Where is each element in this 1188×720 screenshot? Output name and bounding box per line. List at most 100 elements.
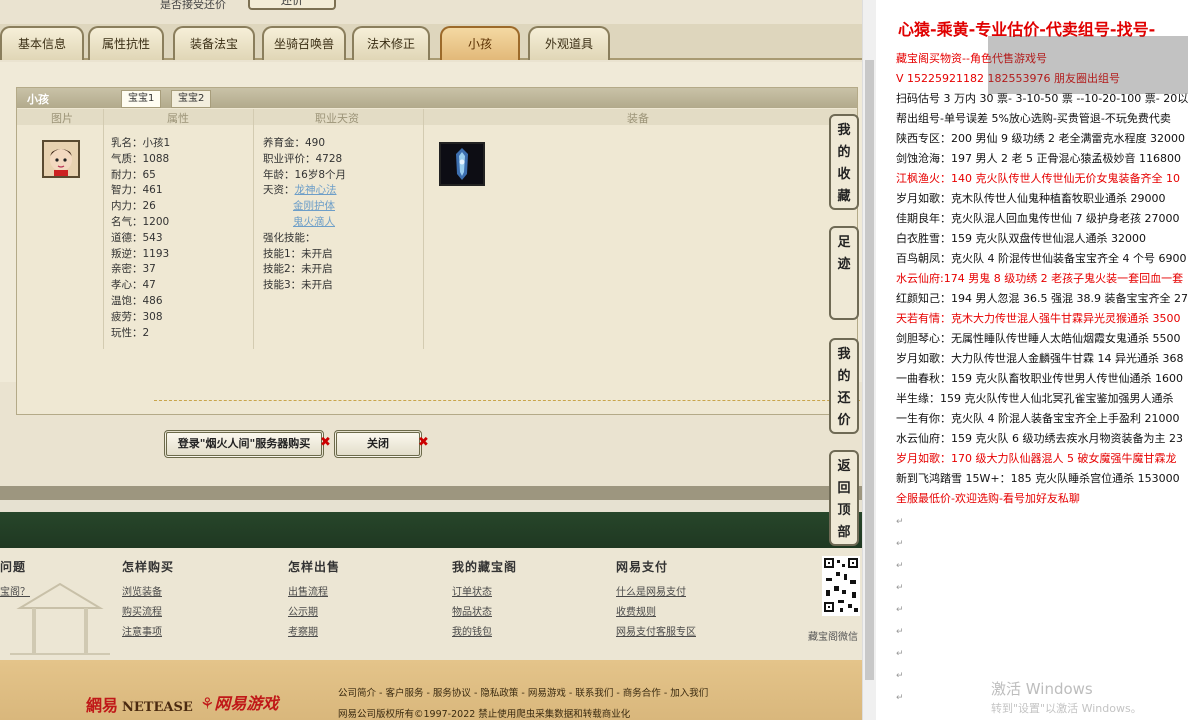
footer-link[interactable]: 考察期 [288, 623, 340, 643]
page-scrollbar[interactable] [862, 0, 876, 720]
col-career: 职业天资 [315, 112, 359, 125]
doc-line: 剑胆琴心：无属性睡队传世睡人太皓仙烟霞女鬼通杀 5500 [896, 332, 1181, 345]
doc-line: 帮出组号-单号误差 5%放心选购-买贵管退-不玩免费代卖 [896, 112, 1171, 125]
my-favorites-button[interactable]: 我的收藏 [829, 114, 859, 210]
career-line: 年龄：16岁8个月 [263, 168, 347, 181]
netease-logo: 網易 NETEASE [86, 692, 193, 716]
doc-line: 全服最低价-欢迎选购-看号加好友私聊 [896, 492, 1080, 505]
doc-line: 水云仙府：159 克火队 6 级功绣去疾水月物资装备为主 23 [896, 432, 1183, 445]
tab-spells[interactable]: 法术修正 [352, 26, 430, 60]
paragraph-mark: ↵ [896, 539, 904, 549]
back-to-top-button[interactable]: 返回顶部 [829, 450, 859, 546]
child-portrait[interactable] [42, 140, 80, 178]
paragraph-mark: ↵ [896, 693, 904, 703]
divider [423, 109, 424, 349]
attr-line: 亲密：37 [111, 263, 156, 276]
side-label: 我的还价 [837, 347, 851, 428]
tab-appearance[interactable]: 外观道具 [528, 26, 610, 60]
career-list: 养育金：490 职业评价：4728 年龄：16岁8个月 天资：龙神心法 金刚护体… [263, 136, 346, 294]
qr-code-icon[interactable] [822, 556, 860, 616]
tab-basic-info[interactable]: 基本信息 [0, 26, 84, 60]
footer-link[interactable]: 出售流程 [288, 583, 340, 603]
qr-label: 藏宝阁微信 [808, 632, 858, 643]
talent-label: 天资： [263, 184, 295, 197]
attr-line: 疲劳：308 [111, 310, 163, 323]
attr-line: 乳名：小孩1 [111, 137, 171, 149]
talent-line: 金刚护体 [263, 199, 346, 215]
skill-line: 技能1：未开启 [263, 247, 333, 260]
copyright: 网易公司版权所有©1997-2022 禁止使用爬虫采集数据和转载商业化 [338, 709, 631, 720]
footer-link[interactable]: 订单状态 [452, 583, 517, 603]
divider [103, 109, 104, 349]
footer-col-netease-pay: 网易支付 什么是网易支付 收费规则 网易支付客服专区 [616, 558, 696, 643]
footer-link[interactable]: 注意事项 [122, 623, 174, 643]
doc-line: 一生有你：克火队 4 阶混人装备宝宝齐全上手盈利 21000 [896, 412, 1180, 425]
footer-col-faq: 问题 宝阁？ [0, 558, 30, 603]
footer-band [0, 486, 862, 500]
paragraph-mark: ↵ [896, 517, 904, 527]
attr-line: 孝心：47 [111, 279, 156, 292]
doc-line: 红颜知己：194 男人忽混 36.5 强混 38.9 装备宝宝齐全 270 [896, 292, 1188, 305]
footer-link[interactable]: 购买流程 [122, 603, 174, 623]
footer-link[interactable]: 物品状态 [452, 603, 517, 623]
windows-activation-watermark: 激活 Windows [991, 680, 1093, 698]
career-line: 职业评价：4728 [263, 152, 343, 165]
footer-link[interactable]: 收费规则 [616, 603, 696, 623]
footer-col-how-to-buy: 怎样购买 浏览装备 购买流程 注意事项 [122, 558, 174, 643]
footer-col-title: 怎样购买 [122, 560, 175, 574]
footprint-button[interactable]: 足迹 [829, 226, 859, 320]
footer-link[interactable]: 浏览装备 [122, 583, 174, 603]
pasted-image-overlay [988, 36, 1188, 94]
game-page: 是否接受还价 还价 基本信息 属性抗性 装备法宝 坐骑召唤兽 法术修正 小孩 外… [0, 0, 862, 720]
close-button[interactable]: 关闭 [334, 430, 422, 458]
attribute-list: 乳名：小孩1 气质：1088 耐力：65 智力：461 内力：26 名气：120… [111, 136, 170, 341]
tab-mounts-pets[interactable]: 坐骑召唤兽 [262, 26, 346, 60]
paragraph-mark: ↵ [896, 605, 904, 615]
footer-col-title: 网易支付 [616, 560, 669, 574]
doc-line: 佳期良年：克火队混人回血鬼传世仙 7 级护身老孩 27000 [896, 212, 1180, 225]
attr-line: 内力：26 [111, 200, 156, 213]
footer-green-band [0, 512, 862, 548]
skill-line: 技能3：未开启 [263, 279, 333, 292]
footer-band [0, 500, 862, 512]
equipment-item[interactable] [439, 142, 485, 186]
accept-counteroffer-label: 是否接受还价 [160, 0, 226, 11]
footer-brand-bar: 網易 NETEASE ⚘网易游戏 公司简介 - 客户服务 - 服务协议 - 隐私政… [0, 660, 862, 720]
footer-link[interactable]: 什么是网易支付 [616, 583, 696, 603]
footer-help: 问题 宝阁？ 怎样购买 浏览装备 购买流程 注意事项 怎样出售 出售流程 公示期… [0, 548, 862, 660]
doc-line: 陕西专区：200 男仙 9 级功绣 2 老全满雷克水程度 32000 [896, 132, 1185, 145]
tab-equipment[interactable]: 装备法宝 [173, 26, 255, 60]
doc-line: 岁月如歌：大力队传世混人金麟强牛甘霖 14 异光通杀 368 [896, 352, 1184, 365]
attr-line: 玩性：2 [111, 326, 150, 339]
top-strip: 是否接受还价 还价 [0, 0, 862, 22]
footer-link[interactable]: 我的钱包 [452, 623, 517, 643]
footer-link[interactable]: 宝阁？ [0, 583, 30, 603]
talent-line: 天资：龙神心法 [263, 183, 346, 199]
talent-link[interactable]: 鬼火滴人 [293, 216, 335, 228]
login-buy-button[interactable]: 登录"烟火人间"服务器购买 [164, 430, 324, 458]
scrollbar-thumb[interactable] [865, 60, 874, 680]
panel-header: 小孩 宝宝1 宝宝2 [17, 88, 857, 108]
child-panel: 小孩 宝宝1 宝宝2 图片 属性 职业天资 装备 乳名：小孩1 气质：1088 … [0, 62, 862, 415]
paragraph-mark: ↵ [896, 583, 904, 593]
doc-line: 白衣胜雪：159 克火队双盘传世仙混人通杀 32000 [896, 232, 1146, 245]
talent-link[interactable]: 龙神心法 [295, 184, 337, 196]
tab-child[interactable]: 小孩 [440, 26, 520, 60]
my-counteroffer-button[interactable]: 我的还价 [829, 338, 859, 434]
panel-title: 小孩 [27, 93, 49, 106]
footer-col-my-treasure: 我的藏宝阁 订单状态 物品状态 我的钱包 [452, 558, 517, 643]
tab-attributes[interactable]: 属性抗性 [88, 26, 164, 60]
subtab-baby-1[interactable]: 宝宝1 [121, 90, 162, 108]
subtab-baby-2[interactable]: 宝宝2 [171, 90, 212, 108]
talent-link[interactable]: 金刚护体 [293, 200, 335, 212]
footer-link[interactable]: 公示期 [288, 603, 340, 623]
brand-en: NETEASE [122, 700, 193, 715]
paragraph-mark: ↵ [896, 671, 904, 681]
counteroffer-button[interactable]: 还价 [248, 0, 336, 10]
footer-links[interactable]: 公司简介 - 客户服务 - 服务协议 - 隐私政策 - 网易游戏 - 联系我们 … [338, 685, 708, 699]
doc-line: 新到飞鸿踏雪 15W+：185 克火队睡杀宫位通杀 153000 [896, 472, 1180, 485]
footer-col-title: 我的藏宝阁 [452, 560, 518, 574]
brand-cn: 網易 [86, 696, 119, 715]
footer-link[interactable]: 网易支付客服专区 [616, 623, 696, 643]
career-line: 养育金：490 [263, 137, 326, 149]
